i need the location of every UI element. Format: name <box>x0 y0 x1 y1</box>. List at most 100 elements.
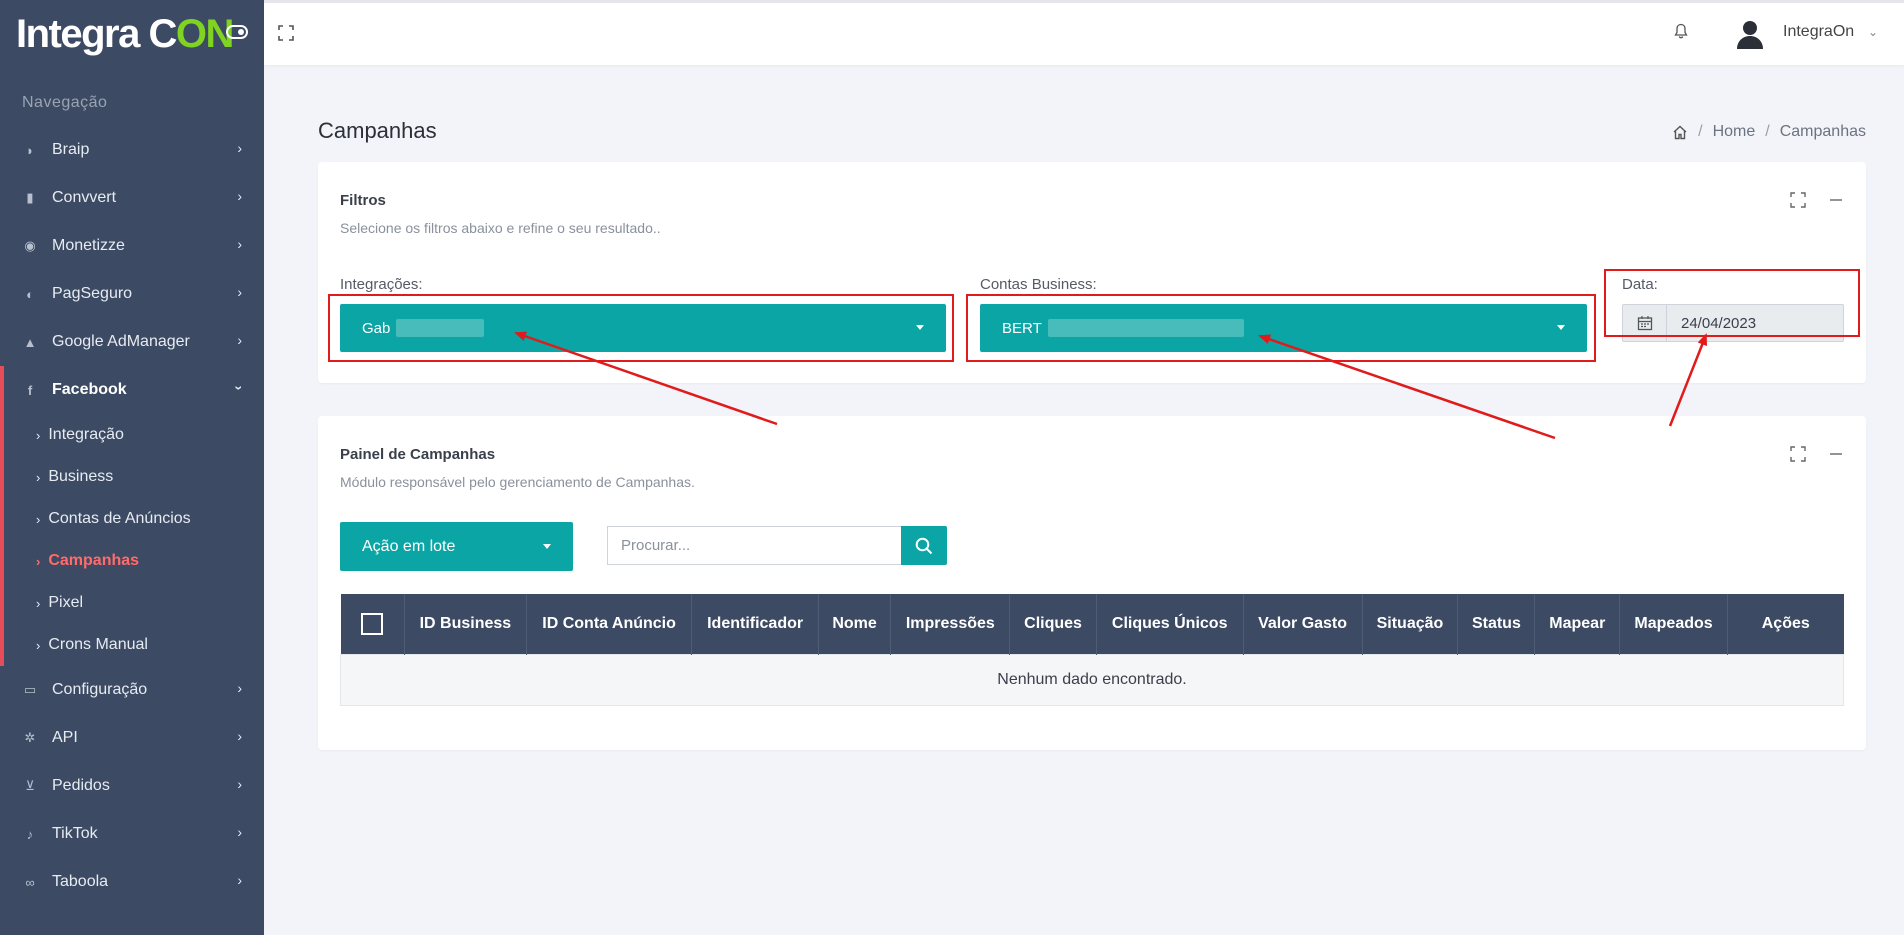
chevron-right-icon: › <box>237 284 242 300</box>
col-valor-gasto[interactable]: Valor Gasto <box>1243 594 1363 654</box>
breadcrumb-home[interactable]: Home <box>1713 123 1756 141</box>
col-impressoes[interactable]: Impressões <box>890 594 1011 654</box>
fullscreen-icon[interactable] <box>278 25 294 41</box>
chevron-right-icon: › <box>36 637 41 653</box>
chevron-right-icon: › <box>237 872 242 888</box>
topbar: IntegraOn ⌄ <box>264 0 1904 65</box>
col-status[interactable]: Status <box>1457 594 1536 654</box>
select-all-checkbox[interactable] <box>361 612 384 635</box>
search-icon <box>915 537 933 554</box>
col-nome[interactable]: Nome <box>818 594 892 654</box>
admanager-icon: ▲ <box>23 334 37 350</box>
sidebar-item-convvert[interactable]: ▮ Convvert › <box>0 174 264 222</box>
chevron-right-icon: › <box>36 595 41 611</box>
sidebar-item-tiktok[interactable]: ♪ TikTok › <box>0 810 264 858</box>
sidebar-item-pedidos[interactable]: ⊻ Pedidos › <box>0 762 264 810</box>
caret-down-icon <box>543 544 551 549</box>
sidebar-toggle-icon[interactable] <box>226 25 248 39</box>
sidebar-subitem-business[interactable]: › Business <box>4 456 264 498</box>
chevron-right-icon: › <box>237 824 242 840</box>
chevron-right-icon: › <box>237 188 242 204</box>
campaigns-table: ID Business ID Conta Anúncio Identificad… <box>340 594 1844 706</box>
col-situacao[interactable]: Situação <box>1362 594 1459 654</box>
cart-icon: ⊻ <box>25 778 35 793</box>
chevron-down-icon: › <box>231 385 248 391</box>
table-row: Nenhum dado encontrado. <box>340 653 1844 706</box>
sidebar-item-configuracao[interactable]: ▭ Configuração › <box>0 666 264 714</box>
tiktok-icon: ♪ <box>26 826 34 842</box>
sidebar-item-taboola[interactable]: ∞ Taboola › <box>0 858 264 906</box>
sidebar-item-braip[interactable]: ◗ Braip › <box>0 126 264 174</box>
minimize-icon[interactable] <box>1828 192 1844 208</box>
fullscreen-icon[interactable] <box>1790 192 1806 208</box>
chevron-right-icon: › <box>237 728 242 744</box>
nav-list: ◗ Braip › ▮ Convvert › ◉ Monetizze › ◐ P… <box>0 126 264 906</box>
logo[interactable]: Integra CON <box>16 12 234 57</box>
chevron-right-icon: › <box>237 140 242 156</box>
facebook-icon: f <box>27 382 33 398</box>
table-header-row: ID Business ID Conta Anúncio Identificad… <box>340 594 1844 654</box>
chevron-right-icon: › <box>237 680 242 696</box>
sidebar-subitem-contas-anuncios[interactable]: › Contas de Anúncios <box>4 498 264 540</box>
breadcrumb-separator: / <box>1698 123 1703 140</box>
chevron-right-icon: › <box>237 776 242 792</box>
panel-subtitle: Módulo responsável pelo gerenciamento de… <box>340 474 695 490</box>
sidebar-item-google-admanager[interactable]: ▲ Google AdManager › <box>0 318 264 366</box>
chevron-right-icon: › <box>36 469 41 485</box>
user-name[interactable]: IntegraOn <box>1783 23 1854 41</box>
chevron-right-icon: › <box>36 427 41 443</box>
empty-message: Nenhum dado encontrado. <box>340 653 1844 706</box>
col-id-conta-anuncio[interactable]: ID Conta Anúncio <box>526 594 693 654</box>
braip-icon: ◗ <box>26 142 34 158</box>
col-mapear[interactable]: Mapear <box>1534 594 1621 654</box>
bar-chart-icon: ▮ <box>26 190 34 205</box>
search-button[interactable] <box>901 526 947 565</box>
home-icon[interactable] <box>1672 125 1688 140</box>
sidebar-subitem-pixel[interactable]: › Pixel <box>4 582 264 624</box>
taboola-icon: ∞ <box>25 874 35 890</box>
minimize-icon[interactable] <box>1828 446 1844 462</box>
contas-business-label: Contas Business: <box>980 276 1097 293</box>
avatar[interactable] <box>1734 17 1766 49</box>
search-input[interactable] <box>607 526 901 565</box>
integracoes-label: Integrações: <box>340 276 423 293</box>
sidebar: Integra CON Navegação ◗ Braip › ▮ Convve… <box>0 0 264 935</box>
annotation-box-data <box>1604 269 1860 337</box>
sidebar-item-pagseguro[interactable]: ◐ PagSeguro › <box>0 270 264 318</box>
pagseguro-icon: ◐ <box>26 286 34 302</box>
panel-tools <box>1790 446 1844 462</box>
bell-icon[interactable] <box>1674 23 1688 39</box>
fullscreen-icon[interactable] <box>1790 446 1806 462</box>
annotation-box-contas-business <box>966 294 1596 362</box>
filters-tools <box>1790 192 1844 208</box>
logo-bar: Integra CON <box>0 0 264 68</box>
monitor-icon: ▭ <box>23 682 37 697</box>
sidebar-subitem-campanhas[interactable]: › Campanhas <box>4 540 264 582</box>
sidebar-subitem-integracao[interactable]: › Integração <box>4 414 264 456</box>
sidebar-item-facebook[interactable]: f Facebook › <box>4 366 264 414</box>
bulk-action-button[interactable]: Ação em lote <box>340 522 573 571</box>
sidebar-group-facebook: f Facebook › › Integração › Business › Cont… <box>0 366 264 666</box>
chevron-right-icon: › <box>36 553 41 569</box>
filters-subtitle: Selecione os filtros abaixo e refine o s… <box>340 220 661 236</box>
col-acoes[interactable]: Ações <box>1727 594 1844 654</box>
chevron-down-icon[interactable]: ⌄ <box>1868 25 1878 39</box>
col-id-business[interactable]: ID Business <box>404 594 527 654</box>
sidebar-item-monetizze[interactable]: ◉ Monetizze › <box>0 222 264 270</box>
col-cliques-unicos[interactable]: Cliques Únicos <box>1096 594 1244 654</box>
col-identificador[interactable]: Identificador <box>691 594 819 654</box>
breadcrumb: / Home / Campanhas <box>1672 123 1866 141</box>
chevron-right-icon: › <box>237 332 242 348</box>
sidebar-item-api[interactable]: ✲ API › <box>0 714 264 762</box>
breadcrumb-separator: / <box>1765 123 1770 140</box>
filters-title: Filtros <box>340 192 386 209</box>
col-mapeados[interactable]: Mapeados <box>1619 594 1728 654</box>
select-all-header <box>340 594 405 654</box>
chevron-right-icon: › <box>36 511 41 527</box>
panel-title: Painel de Campanhas <box>340 446 496 463</box>
col-cliques[interactable]: Cliques <box>1009 594 1097 654</box>
sidebar-subitem-crons-manual[interactable]: › Crons Manual <box>4 624 264 666</box>
breadcrumb-current: Campanhas <box>1779 123 1866 140</box>
annotation-box-integracoes <box>328 294 954 362</box>
coin-icon: ◉ <box>24 238 36 253</box>
